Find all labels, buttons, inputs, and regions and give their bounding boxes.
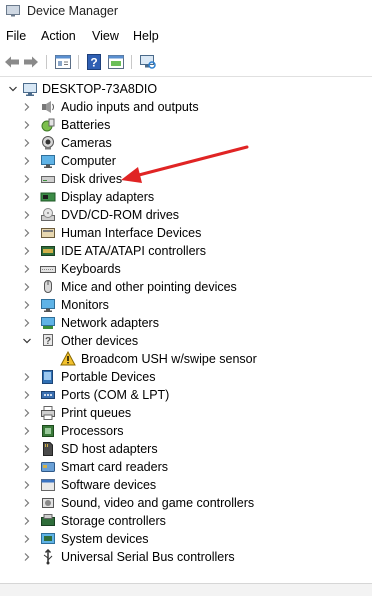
- annotation-arrow: [121, 145, 249, 183]
- status-bar: [0, 583, 372, 596]
